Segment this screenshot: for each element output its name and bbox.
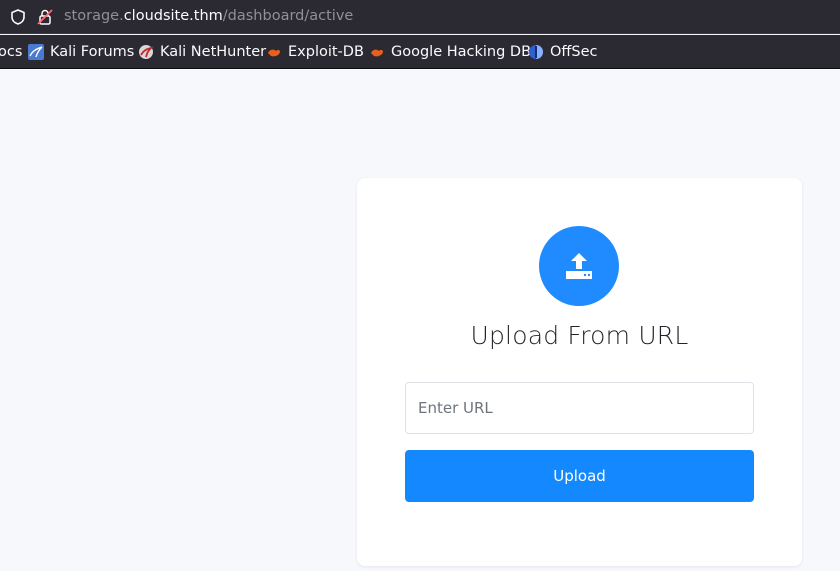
- exploitdb-icon: [268, 49, 280, 57]
- bookmark-kali-nethunter[interactable]: Kali NetHunter: [138, 43, 266, 61]
- bookmark-exploit-db[interactable]: Exploit-DB: [266, 43, 364, 61]
- lock-insecure-icon[interactable]: [36, 8, 54, 26]
- upload-card: Upload From URL Upload: [357, 178, 802, 566]
- url-input[interactable]: [405, 382, 754, 434]
- bookmark-google-hacking-db[interactable]: Google Hacking DB: [369, 43, 531, 61]
- url-host: cloudsite.thm: [123, 8, 223, 24]
- bookmark-label: OffSec: [550, 44, 598, 60]
- upload-icon-badge: [539, 226, 619, 306]
- url-prefix: storage.: [64, 8, 124, 24]
- kali-forums-icon: [28, 44, 44, 60]
- page-title: Upload From URL: [470, 321, 689, 350]
- shield-icon[interactable]: [9, 8, 27, 26]
- url-bar[interactable]: storage.cloudsite.thm/dashboard/active: [0, 0, 840, 34]
- bookmark-kali-forums[interactable]: Kali Forums: [28, 43, 134, 61]
- page-content: Upload From URL Upload: [0, 69, 840, 571]
- bookmark-docs[interactable]: ocs: [0, 43, 22, 61]
- bookmark-offsec[interactable]: OffSec: [528, 43, 598, 61]
- ghdb-icon: [371, 49, 383, 57]
- upload-button[interactable]: Upload: [405, 450, 754, 502]
- bookmark-label: Kali Forums: [50, 44, 135, 60]
- url-path: /dashboard/active: [222, 8, 354, 24]
- offsec-icon: [529, 45, 543, 59]
- bookmark-label: Kali NetHunter: [160, 44, 267, 60]
- bookmarks-toolbar: ocs Kali Forums Kali NetHunter Exploit-D…: [0, 35, 840, 69]
- kali-nethunter-icon: [139, 45, 154, 59]
- bookmark-label: Exploit-DB: [288, 44, 364, 60]
- address-text[interactable]: storage.cloudsite.thm/dashboard/active: [64, 8, 353, 24]
- bookmark-label: ocs: [0, 44, 23, 60]
- upload-icon: [566, 253, 592, 279]
- bookmark-label: Google Hacking DB: [391, 44, 532, 60]
